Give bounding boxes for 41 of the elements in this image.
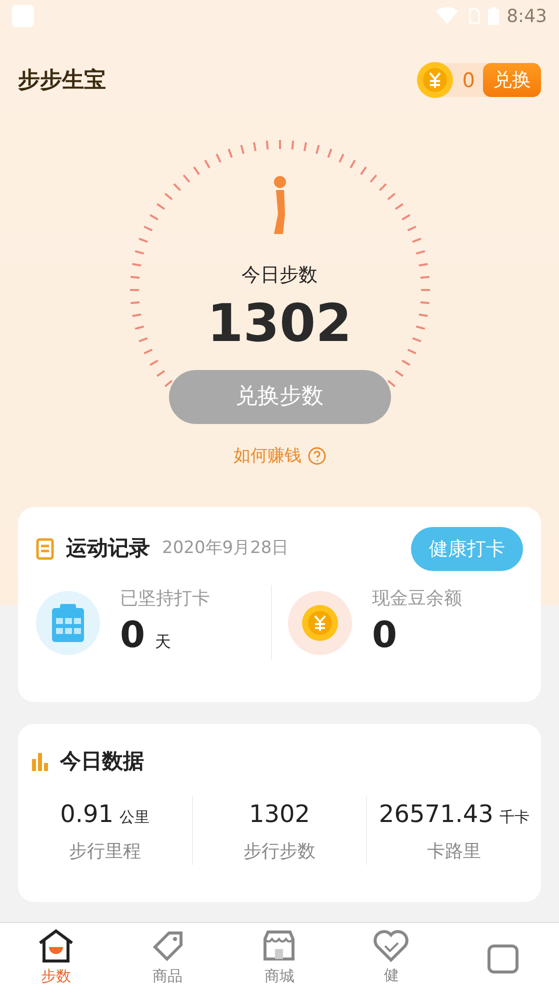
notification-icon [12,5,34,27]
tag-icon [150,929,185,964]
stat-value: 0 [372,614,398,658]
wifi-icon [436,7,458,25]
metric-label: 卡路里 [427,840,482,864]
house-icon [38,929,74,964]
stat-label: 现金豆余额 [372,587,462,611]
battery-icon [488,7,499,25]
nav-tab[interactable]: 商城 [224,923,336,994]
exchange-button[interactable]: 兑换 [483,63,541,97]
metric-label: 步行里程 [68,840,141,864]
heart-icon [373,930,410,962]
how-to-earn-link[interactable]: 如何赚钱 [234,444,326,469]
nav-tab[interactable]: 健 [335,923,448,994]
app-title: 步步生宝 [18,66,106,94]
nav-tab[interactable]: 步数 [0,923,112,994]
coin-count: 0 [461,67,476,94]
nav-tab[interactable]: 商品 [112,923,224,994]
metric-value: 0.91 [60,798,114,830]
section-title: 运动记录 [66,535,150,562]
section-title: 今日数据 [60,748,144,775]
metric-value: 26571.43 [378,798,494,830]
metric-unit: 公里 [120,807,150,828]
no-sim-icon [468,8,480,24]
store-icon [262,929,296,964]
health-checkin-button[interactable]: 健康打卡 [411,527,523,571]
stat-unit: 天 [155,631,172,653]
box-icon [486,942,520,974]
stat-value: 0 [120,614,146,658]
stat-label: 已坚持打卡 [120,587,210,611]
bar-chart-icon [32,752,48,771]
today-steps-label: 今日步数 [242,263,318,288]
record-date: 2020年9月28日 [162,537,289,560]
metric-value: 1302 [248,798,310,830]
metric-label: 步行步数 [244,840,316,864]
metric-unit: 千卡 [499,807,530,828]
list-icon [36,538,54,560]
status-time: 8:43 [506,4,547,28]
today-steps-count: 1302 [207,292,352,356]
coin-icon [416,61,454,99]
help-icon [308,447,326,466]
